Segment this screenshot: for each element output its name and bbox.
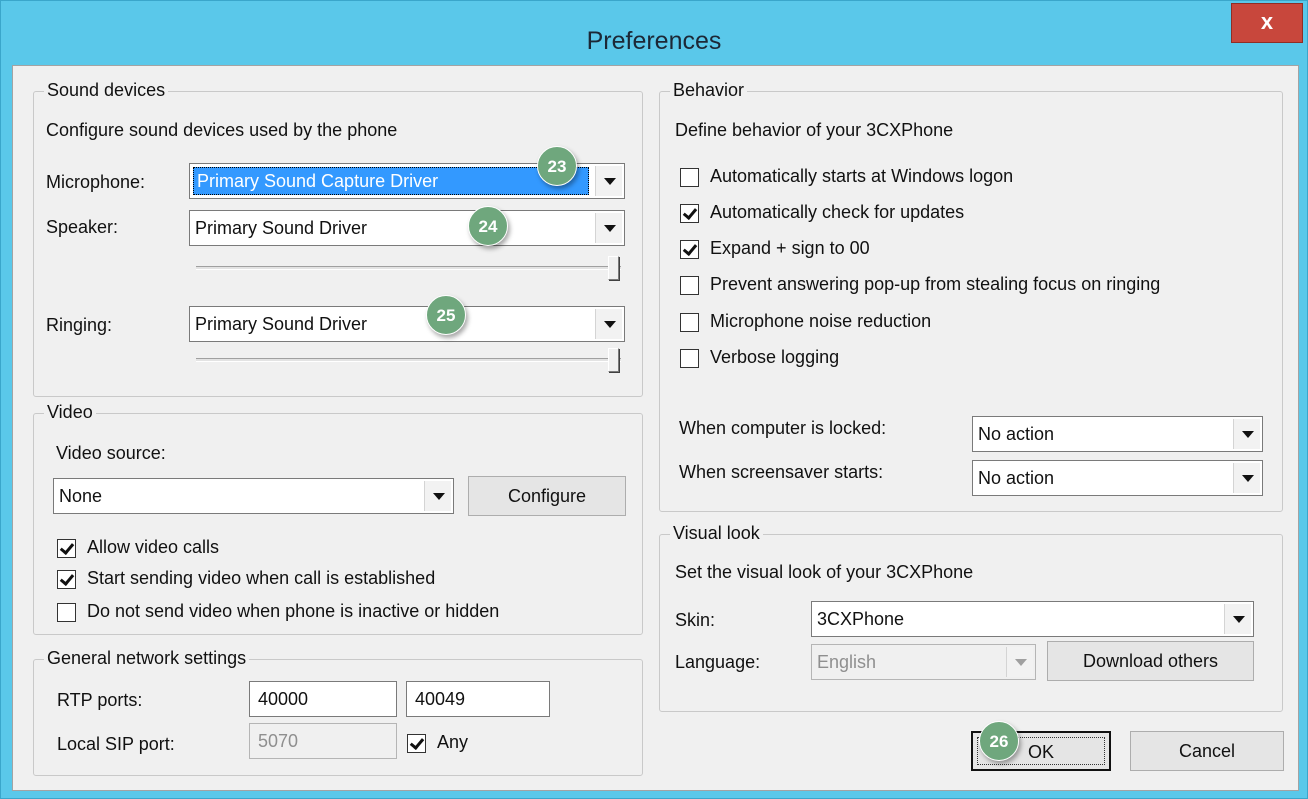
language-value: English [817,652,877,672]
microphone-label: Microphone: [46,172,146,192]
expand-plus-sign-checkbox[interactable]: Expand + sign to 00 [680,238,1280,264]
rtp-end-port-value: 40049 [415,689,466,709]
visual-description: Set the visual look of your 3CXPhone [675,562,974,582]
ringing-value: Primary Sound Driver [195,314,368,334]
behavior-legend: Behavior [670,80,748,101]
sound-devices-legend: Sound devices [44,80,169,101]
noise-reduction-checkbox[interactable]: Microphone noise reduction [680,311,1280,337]
skin-select[interactable]: 3CXPhone [811,601,1254,637]
checkbox-box[interactable] [57,603,76,622]
screensaver-select[interactable]: No action [972,460,1263,496]
do-not-send-video-checkbox[interactable]: Do not send video when phone is inactive… [57,601,627,627]
chevron-down-icon[interactable] [595,213,622,243]
computer-locked-select[interactable]: No action [972,416,1263,452]
chevron-down-icon[interactable] [595,166,622,196]
computer-locked-label: When computer is locked: [679,418,887,438]
checkbox-box[interactable] [680,349,699,368]
checkbox-label: Microphone noise reduction [710,311,932,331]
local-sip-port-label: Local SIP port: [57,734,175,754]
slider-track [196,266,621,270]
slider-track [196,358,621,362]
checkbox-label: Start sending video when call is establi… [87,568,436,588]
checkbox-box[interactable] [680,313,699,332]
language-label: Language: [675,652,761,672]
sound-description: Configure sound devices used by the phon… [46,120,398,140]
chevron-down-icon[interactable] [1233,463,1260,493]
callout-23: 23 [537,146,577,186]
local-sip-port-value: 5070 [258,731,299,751]
screensaver-value: No action [978,468,1055,488]
language-select[interactable]: English [811,644,1036,680]
speaker-select[interactable]: Primary Sound Driver [189,210,625,246]
callout-24: 24 [468,206,508,246]
local-sip-port-field[interactable]: 5070 [249,723,397,759]
screensaver-label: When screensaver starts: [679,462,884,482]
microphone-value: Primary Sound Capture Driver [193,167,589,195]
checkbox-box[interactable] [680,204,699,223]
behavior-description: Define behavior of your 3CXPhone [675,120,954,140]
video-legend: Video [44,402,96,423]
chevron-down-icon[interactable] [1233,419,1260,449]
cancel-button[interactable]: Cancel [1130,731,1284,771]
checkbox-box[interactable] [680,168,699,187]
checkbox-label: Do not send video when phone is inactive… [87,601,500,621]
checkbox-label: Prevent answering pop-up from stealing f… [710,274,1161,294]
verbose-logging-checkbox[interactable]: Verbose logging [680,347,1280,373]
checkbox-box[interactable] [407,734,426,753]
preferences-window: Preferences x Sound devices Configure so… [0,0,1308,799]
checkbox-label: Expand + sign to 00 [710,238,870,258]
ringing-volume-slider[interactable] [196,348,621,374]
speaker-label: Speaker: [46,217,119,237]
ringing-select[interactable]: Primary Sound Driver [189,306,625,342]
prevent-focus-steal-checkbox[interactable]: Prevent answering pop-up from stealing f… [680,274,1280,300]
video-source-select[interactable]: None [53,478,454,514]
checkbox-label: Verbose logging [710,347,840,367]
visual-look-legend: Visual look [670,523,763,544]
chevron-down-icon[interactable] [1006,647,1033,677]
rtp-start-port-value: 40000 [258,689,309,709]
checkbox-box[interactable] [680,276,699,295]
skin-label: Skin: [675,610,716,630]
callout-26: 26 [979,721,1019,761]
rtp-ports-label: RTP ports: [57,690,143,710]
window-title: Preferences [586,27,722,55]
network-legend: General network settings [44,648,250,669]
checkbox-label: Automatically starts at Windows logon [710,166,1014,186]
skin-value: 3CXPhone [817,609,905,629]
checkbox-box[interactable] [57,570,76,589]
checkbox-box[interactable] [57,539,76,558]
video-source-label: Video source: [56,443,166,463]
slider-thumb[interactable] [608,256,619,280]
allow-video-calls-checkbox[interactable]: Allow video calls [57,537,357,563]
auto-update-checkbox[interactable]: Automatically check for updates [680,202,1280,228]
rtp-start-port-field[interactable]: 40000 [249,681,397,717]
auto-start-checkbox[interactable]: Automatically starts at Windows logon [680,166,1280,192]
checkbox-label: Allow video calls [87,537,220,557]
callout-25: 25 [426,295,466,335]
speaker-value: Primary Sound Driver [195,218,368,238]
ringing-label: Ringing: [46,315,113,335]
checkbox-box[interactable] [680,240,699,259]
speaker-volume-slider[interactable] [196,256,621,282]
close-button[interactable]: x [1231,3,1303,43]
any-port-checkbox[interactable]: Any [407,732,507,758]
configure-button[interactable]: Configure [468,476,626,516]
chevron-down-icon[interactable] [1224,604,1251,634]
download-others-button[interactable]: Download others [1047,641,1254,681]
checkbox-label: Any [437,732,469,752]
checkbox-label: Automatically check for updates [710,202,965,222]
chevron-down-icon[interactable] [595,309,622,339]
rtp-end-port-field[interactable]: 40049 [406,681,550,717]
chevron-down-icon[interactable] [424,481,451,511]
video-source-value: None [59,486,103,506]
slider-thumb[interactable] [608,348,619,372]
dialog-client-area: Sound devices Configure sound devices us… [12,65,1299,791]
computer-locked-value: No action [978,424,1055,444]
start-sending-video-checkbox[interactable]: Start sending video when call is establi… [57,568,577,594]
